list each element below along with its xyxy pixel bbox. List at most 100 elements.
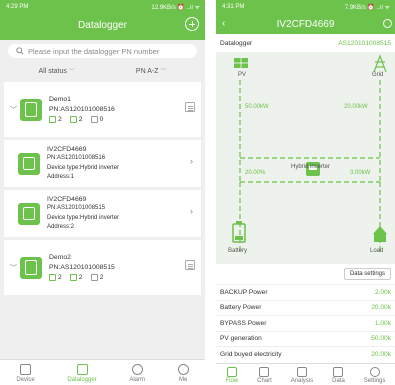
online-count-icon xyxy=(69,116,77,123)
status-time: 4:29 PM xyxy=(6,4,29,10)
device-type: Device type:Hybrid inverter xyxy=(47,214,120,221)
datalogger-icon xyxy=(20,256,42,279)
device-type: Device type:Hybrid inverter xyxy=(47,164,120,171)
list-item[interactable]: IV2CFD4669 PN:AS120101008516 Device type… xyxy=(4,140,201,187)
page-title: Datalogger xyxy=(78,19,127,31)
parameter-list: BACKUP Power 2.00k Battery Power 20.00k BY… xyxy=(216,284,395,362)
search-placeholder: Please input the datalogger PN number xyxy=(28,46,160,56)
chevron-down-icon[interactable]: ﹀ xyxy=(10,263,20,273)
chevron-down-icon[interactable]: ﹀ xyxy=(10,105,20,115)
battery-icon xyxy=(232,221,246,243)
header-area: 4:31 PM 7.9KB/s ⏰ ..ıl ᯤ ‹ IV2CFD4669 xyxy=(216,0,395,34)
screenshot-canvas: 4:29 PM 12.9KB/s ⏰ ..ıl ᯤ Datalogger Ple… xyxy=(0,0,395,385)
offline-count-icon xyxy=(90,274,98,281)
load-label: Load xyxy=(370,248,384,254)
list-icon[interactable] xyxy=(185,102,195,112)
list-item[interactable]: IV2CFD4669 PN:AS120101008515 Device type… xyxy=(4,190,201,237)
flow-lines xyxy=(232,54,387,252)
bottom-tab-bar: Flow Chart Analysis Data Settings xyxy=(216,363,395,385)
status-time: 4:31 PM xyxy=(222,4,245,10)
inverter-icon xyxy=(18,152,40,175)
app-header: Datalogger xyxy=(0,14,205,36)
bell-icon xyxy=(131,364,143,375)
status-bar: 4:29 PM 12.9KB/s ⏰ ..ıl ᯤ xyxy=(0,0,205,14)
solar-panel-icon xyxy=(234,58,248,68)
battery-percent: 20.00% xyxy=(245,170,266,176)
plant-name: Demo1 xyxy=(49,95,71,103)
chart-icon xyxy=(259,367,270,377)
chevron-down-icon: ﹀ xyxy=(68,68,75,75)
inverter-label: Hybrid inverter xyxy=(291,164,331,170)
data-settings-button[interactable]: Data settings xyxy=(343,268,391,280)
filter-bar: All status ﹀ PN A-Z ﹀ xyxy=(0,58,205,82)
tab-me[interactable]: Me xyxy=(177,360,189,383)
tab-flow[interactable]: Flow xyxy=(225,364,238,384)
datalogger-icon xyxy=(20,98,42,121)
pv-power: 50.00kW xyxy=(245,104,269,110)
tab-data[interactable]: Data xyxy=(332,364,345,384)
sort-filter[interactable]: PN A-Z ﹀ xyxy=(136,66,167,75)
list-icon[interactable] xyxy=(185,260,195,270)
energy-flow-diagram: PV Grid 50.00kW 20.00kW Hybrid inverter … xyxy=(216,52,395,264)
data-settings-row: Data settings xyxy=(216,264,395,284)
param-row: Battery Power 20.00k xyxy=(216,299,395,316)
device-name: IV2CFD4669 xyxy=(47,195,87,203)
status-indicators: 12.9KB/s ⏰ ..ıl ᯤ xyxy=(151,5,200,11)
tab-alarm[interactable]: Alarm xyxy=(129,360,145,383)
device-pn: PN:AS120101008516 xyxy=(47,155,106,161)
tab-chart[interactable]: Chart xyxy=(257,364,272,384)
status-indicators: 7.9KB/s ⏰ ..ıl ᯤ xyxy=(344,5,390,11)
device-name: IV2CFD4669 xyxy=(47,145,87,153)
user-icon xyxy=(177,364,189,375)
device-pn: PN:AS120101008515 xyxy=(47,205,106,211)
data-icon xyxy=(333,367,344,377)
back-icon[interactable]: ‹ xyxy=(222,18,225,29)
device-count-icon xyxy=(49,116,56,123)
tab-analysis[interactable]: Analysis xyxy=(291,364,313,384)
battery-label: Battery xyxy=(228,248,248,254)
page-title: IV2CFD4669 xyxy=(276,18,335,30)
datalogger-screen: 4:29 PM 12.9KB/s ⏰ ..ıl ᯤ Datalogger Ple… xyxy=(0,0,205,385)
tab-datalogger[interactable]: Datalogger xyxy=(67,360,97,383)
plant-pn: PN:AS120101008516 xyxy=(49,105,115,113)
list-item[interactable]: ﹀ Demo1 PN:AS120101008516 2 2 0 xyxy=(4,82,201,137)
offline-count-icon xyxy=(90,116,98,123)
status-bar: 4:31 PM 7.9KB/s ⏰ ..ıl ᯤ xyxy=(216,0,395,14)
status-filter[interactable]: All status ﹀ xyxy=(39,66,75,75)
analysis-icon xyxy=(296,367,307,377)
inverter-icon xyxy=(18,202,40,225)
device-icon xyxy=(20,364,31,375)
plant-pn: PN:AS120101008515 xyxy=(49,263,115,271)
grid-power: 20.00kW xyxy=(344,104,368,110)
tab-device[interactable]: Device xyxy=(16,360,35,383)
gear-icon[interactable] xyxy=(383,19,392,28)
datalogger-icon xyxy=(76,364,88,375)
list-item[interactable]: ﹀ Demo2 PN:AS120101008515 2 2 2 xyxy=(4,240,201,295)
pv-label: PV xyxy=(238,72,247,78)
house-icon xyxy=(373,226,387,242)
param-row: PV generation 50.00k xyxy=(216,330,395,347)
param-row: BYPASS Power 1.00k xyxy=(216,315,395,331)
datalogger-pn: AS120101008515 xyxy=(338,39,391,47)
search-icon xyxy=(16,47,24,55)
datalogger-row: Datalogger AS120101008515 xyxy=(216,34,395,52)
bottom-tab-bar: Device Datalogger Alarm Me xyxy=(0,359,205,385)
header-area: 4:29 PM 12.9KB/s ⏰ ..ıl ᯤ Datalogger xyxy=(0,0,205,40)
device-address: Address:1 xyxy=(47,174,75,180)
param-row: BACKUP Power 2.00k xyxy=(216,284,395,300)
chevron-down-icon: ﹀ xyxy=(160,68,167,75)
device-detail-screen: 4:31 PM 7.9KB/s ⏰ ..ıl ᯤ ‹ IV2CFD4669 Da… xyxy=(216,0,395,385)
load-power: 3.00kW xyxy=(350,170,371,176)
grid-label: Grid xyxy=(372,72,384,78)
search-input[interactable]: Please input the datalogger PN number xyxy=(8,44,197,58)
add-icon[interactable] xyxy=(185,17,199,31)
chevron-right-icon[interactable]: › xyxy=(190,156,193,166)
param-row: Grid buyed electricity 20.00k xyxy=(216,346,395,362)
online-count-icon xyxy=(69,274,77,281)
device-count-icon xyxy=(49,274,56,281)
grid-tower-icon xyxy=(373,54,387,73)
flow-icon xyxy=(226,367,237,377)
chevron-right-icon[interactable]: › xyxy=(190,206,193,216)
tab-settings[interactable]: Settings xyxy=(364,364,385,384)
gear-icon xyxy=(369,367,380,377)
